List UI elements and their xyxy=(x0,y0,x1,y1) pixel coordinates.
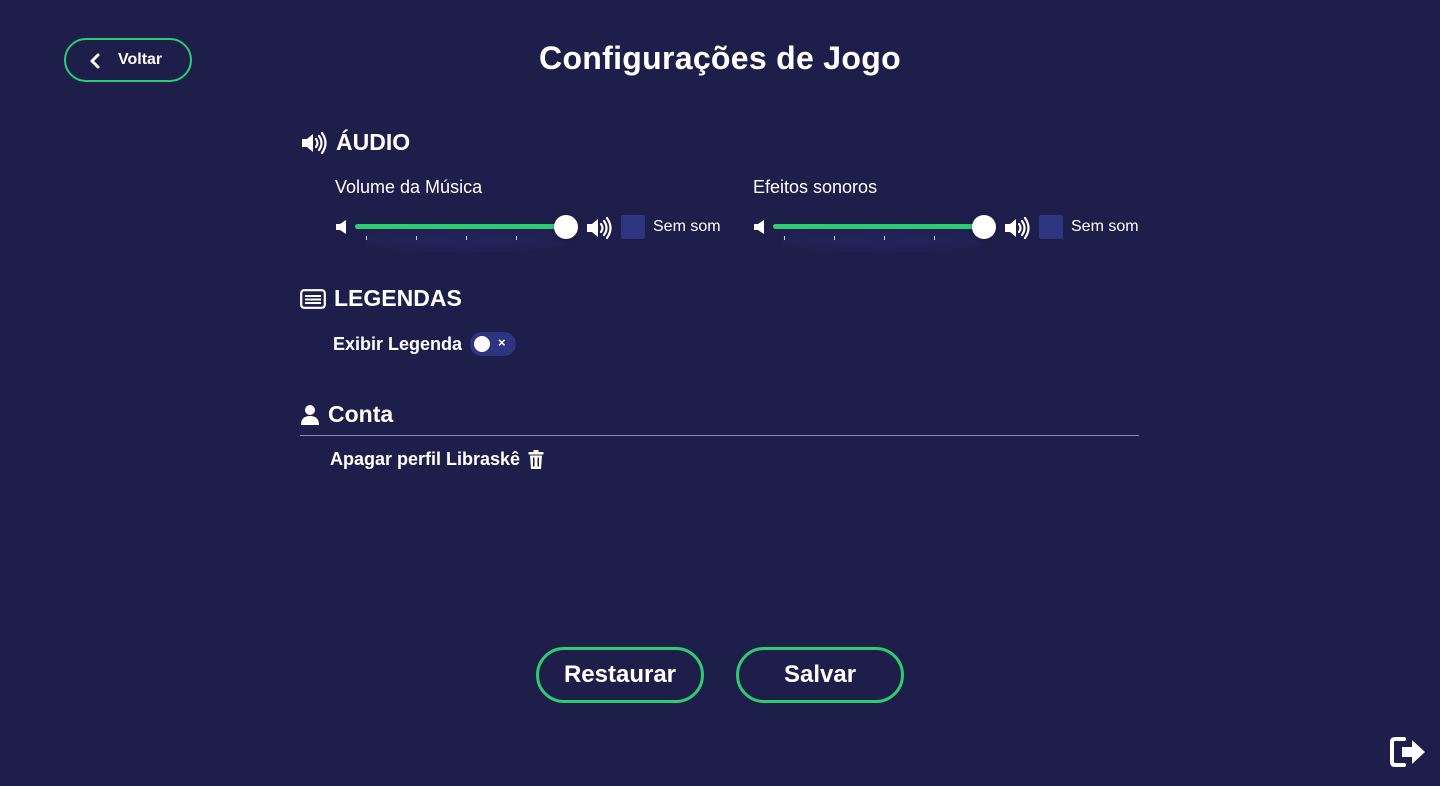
restore-button-label: Restaurar xyxy=(563,661,677,688)
subtitles-heading-label: LEGENDAS xyxy=(334,285,462,311)
subtitles-toggle-label: Exibir Legenda xyxy=(333,333,463,354)
volume-max-icon xyxy=(587,216,612,240)
close-icon: × xyxy=(498,335,506,350)
music-volume-fill xyxy=(355,224,566,229)
exit-icon[interactable] xyxy=(1390,736,1428,768)
music-volume-row: Sem som xyxy=(335,212,735,252)
audio-section-heading: ÁUDIO xyxy=(300,129,410,156)
effects-volume-slider[interactable] xyxy=(773,212,996,252)
account-section-heading: Conta xyxy=(300,401,393,428)
account-heading-label: Conta xyxy=(328,401,394,427)
effects-volume-row: Sem som xyxy=(753,212,1153,252)
volume-min-icon xyxy=(336,220,346,234)
delete-profile-label: Apagar perfil Libraskê xyxy=(330,449,521,469)
subtitles-toggle[interactable]: × xyxy=(470,332,517,356)
audio-heading-label: ÁUDIO xyxy=(336,129,411,155)
user-icon xyxy=(301,404,319,425)
account-divider xyxy=(300,435,1139,436)
page-title: Configurações de Jogo xyxy=(539,40,901,76)
restore-button[interactable]: Restaurar xyxy=(536,647,704,703)
volume-min-icon xyxy=(754,220,764,234)
subtitles-icon xyxy=(300,288,326,309)
music-volume-slider[interactable] xyxy=(355,212,578,252)
volume-max-icon xyxy=(1005,216,1030,240)
effects-volume-fill xyxy=(773,224,984,229)
delete-profile-button[interactable]: Apagar perfil Libraskê xyxy=(330,449,544,470)
effects-volume-label: Efeitos sonoros xyxy=(753,177,878,197)
subtitles-section-heading: LEGENDAS xyxy=(300,285,462,312)
effects-mute-checkbox[interactable] xyxy=(1039,215,1063,239)
save-button[interactable]: Salvar xyxy=(736,647,904,703)
speaker-icon xyxy=(302,131,327,154)
subtitles-toggle-row: Exibir Legenda × xyxy=(333,332,517,356)
effects-mute-label: Sem som xyxy=(1071,218,1139,235)
music-mute-checkbox[interactable] xyxy=(621,215,645,239)
effects-volume-thumb[interactable] xyxy=(972,215,996,239)
save-button-label: Salvar xyxy=(783,661,857,688)
music-volume-label: Volume da Música xyxy=(335,177,483,197)
toggle-knob xyxy=(474,336,491,352)
music-volume-thumb[interactable] xyxy=(554,215,578,239)
trash-icon xyxy=(528,450,544,469)
music-mute-label: Sem som xyxy=(653,218,721,235)
